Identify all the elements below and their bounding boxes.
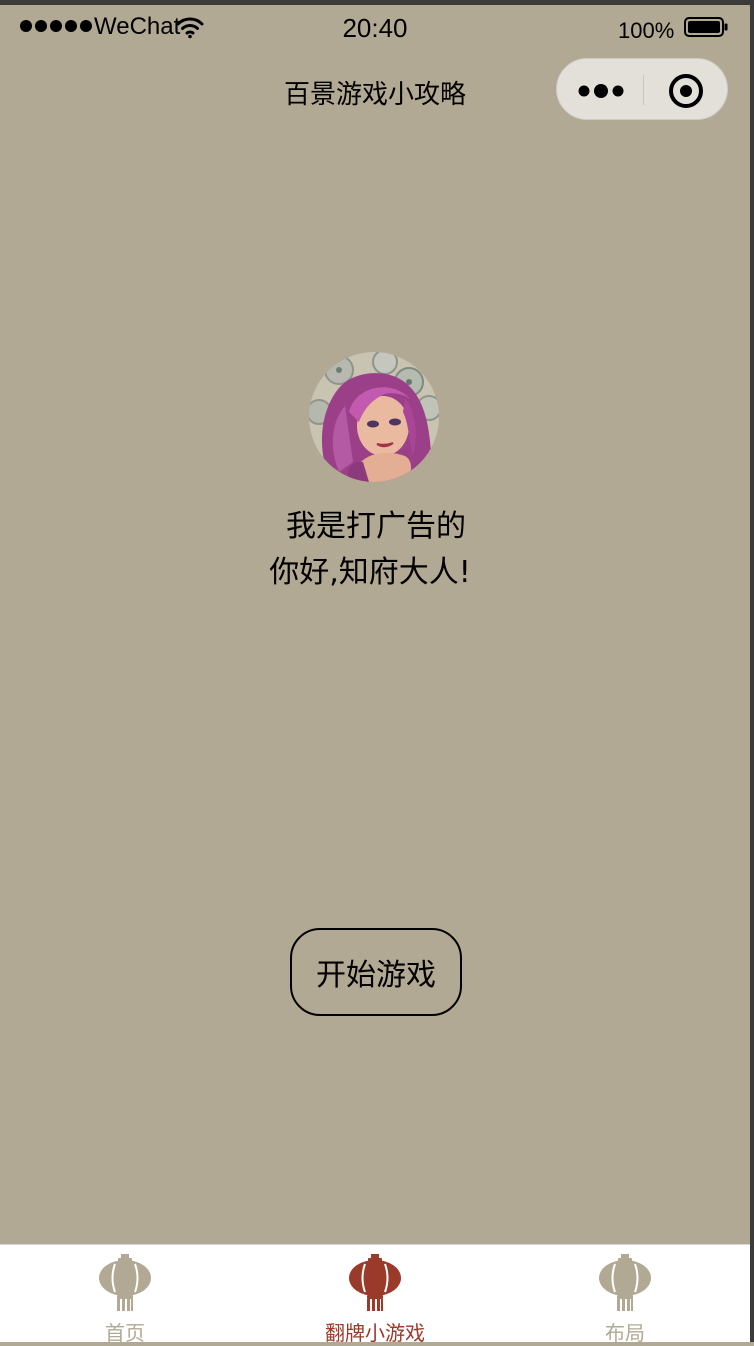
window-right-edge bbox=[750, 0, 754, 1342]
close-mini-program-button[interactable] bbox=[644, 59, 728, 121]
tab-bar: 首页 翻牌小游戏 布局 bbox=[0, 1244, 750, 1345]
tab-flip-game[interactable]: 翻牌小游戏 bbox=[250, 1245, 500, 1345]
tab-layout[interactable]: 布局 bbox=[500, 1245, 750, 1345]
intro-text: 我是打广告的 你好,知府大人! bbox=[0, 504, 750, 596]
battery-percentage: 100% bbox=[618, 18, 675, 43]
start-game-button[interactable]: 开始游戏 bbox=[290, 928, 462, 1016]
avatar-illustration bbox=[309, 352, 439, 482]
status-bar: WeChat 20:40 100% bbox=[0, 5, 750, 49]
lantern-icon bbox=[599, 1254, 651, 1311]
record-circle-icon bbox=[669, 74, 703, 108]
more-menu-button[interactable] bbox=[557, 59, 643, 121]
intro-line-greeting: 你好,知府大人! bbox=[269, 555, 471, 590]
lantern-icon bbox=[99, 1254, 151, 1311]
avatar bbox=[309, 352, 439, 482]
intro-line-ad: 我是打广告的 bbox=[286, 509, 466, 544]
tab-home[interactable]: 首页 bbox=[0, 1245, 250, 1345]
battery-icon bbox=[684, 17, 728, 37]
lantern-icon bbox=[349, 1254, 401, 1311]
more-dots-icon bbox=[578, 84, 624, 98]
mini-program-capsule bbox=[556, 58, 728, 120]
